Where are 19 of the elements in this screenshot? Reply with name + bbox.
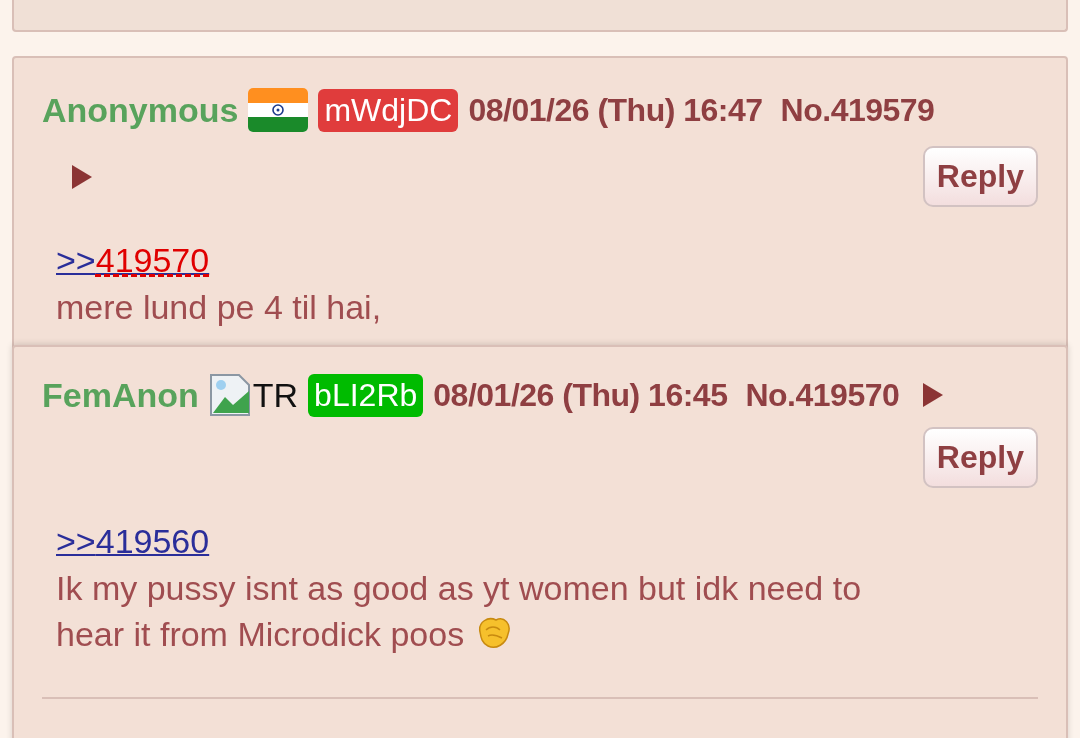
poster-name: Anonymous — [42, 90, 239, 130]
quote-link[interactable]: >>419560 — [56, 522, 210, 561]
poster-id-tag: bLI2Rb — [308, 373, 424, 417]
quote-link[interactable]: >>419570 — [56, 241, 210, 280]
post-text: Ik my pussy isnt as good as yt women but idk need to hear it from Microdick poos — [56, 568, 863, 655]
post-number[interactable]: No.419570 — [745, 376, 900, 414]
country-code: TR — [252, 375, 299, 415]
expand-icon[interactable] — [923, 383, 944, 407]
post-date: 08/01/26 (Thu) 16:47 — [468, 91, 763, 129]
poster-name: FemAnon — [42, 375, 199, 415]
flag-icon — [248, 88, 309, 132]
broken-image-icon — [208, 373, 253, 417]
reply-button[interactable]: Reply — [922, 146, 1038, 207]
reply-button[interactable]: Reply — [922, 427, 1038, 488]
post-number[interactable]: No.419579 — [780, 91, 935, 129]
expand-icon[interactable] — [72, 164, 92, 189]
post-date: 08/01/26 (Thu) 16:45 — [433, 376, 728, 414]
post-text: mere lund pe 4 til hai, — [56, 287, 383, 328]
poster-id-tag: mWdjDC — [318, 88, 459, 132]
